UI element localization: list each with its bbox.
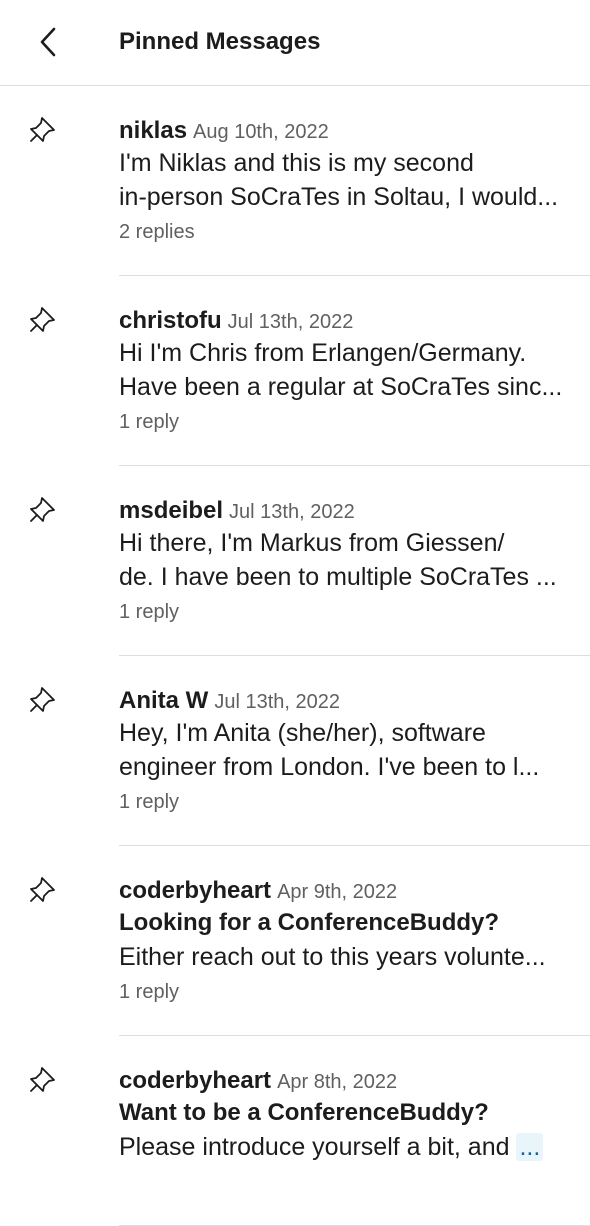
message-content: coderbyheart Apr 8th, 2022 Want to be a C… [119, 1066, 566, 1164]
back-button[interactable] [26, 20, 70, 64]
message-text-line: Have been a regular at SoCraTes sinc... [119, 373, 563, 401]
pinned-message[interactable]: coderbyheart Apr 8th, 2022 Want to be a C… [0, 1036, 590, 1226]
author-name[interactable]: niklas [119, 117, 187, 144]
reply-count-link[interactable]: 1 reply [119, 979, 566, 1005]
pin-icon[interactable] [28, 304, 58, 334]
message-meta: msdeibel Jul 13th, 2022 [119, 496, 566, 526]
message-text-line: Hi there, I'm Markus from Giessen/ [119, 529, 505, 557]
message-meta: christofu Jul 13th, 2022 [119, 306, 566, 336]
author-name[interactable]: coderbyheart [119, 1067, 271, 1094]
message-date: Jul 13th, 2022 [229, 501, 355, 523]
message-title: Looking for a ConferenceBuddy? [119, 909, 500, 936]
pinned-message-list: niklas Aug 10th, 2022 I'm Niklas and this… [0, 86, 590, 1226]
message-date: Jul 13th, 2022 [227, 311, 354, 333]
message-content: christofu Jul 13th, 2022 Hi I'm Chris fro… [119, 306, 566, 435]
message-meta: coderbyheart Apr 8th, 2022 [119, 1066, 566, 1096]
reply-count-link[interactable]: 2 replies [119, 219, 566, 245]
author-name[interactable]: coderbyheart [119, 877, 271, 904]
author-name[interactable]: Anita W [119, 687, 208, 714]
reply-count-link[interactable]: 1 reply [119, 789, 566, 815]
author-name[interactable]: christofu [119, 307, 222, 334]
message-text-line: de. I have been to multiple SoCraTes ... [119, 563, 557, 591]
message-text-line: Hi I'm Chris from Erlangen/Germany. [119, 339, 527, 367]
pinned-message[interactable]: christofu Jul 13th, 2022 Hi I'm Chris fro… [0, 276, 590, 466]
top-bar: Pinned Messages [0, 0, 590, 86]
chevron-left-icon [40, 27, 56, 57]
message-title: Want to be a ConferenceBuddy? [119, 1099, 489, 1126]
message-content: coderbyheart Apr 9th, 2022 Looking for a … [119, 876, 566, 1005]
message-meta: niklas Aug 10th, 2022 [119, 116, 566, 146]
pin-icon[interactable] [28, 114, 58, 144]
reply-count-link[interactable]: 1 reply [119, 409, 566, 435]
message-text-line: engineer from London. I've been to l... [119, 753, 540, 781]
message-content: msdeibel Jul 13th, 2022 Hi there, I'm Mar… [119, 496, 566, 625]
message-text-line: Hey, I'm Anita (she/her), software [119, 719, 486, 747]
message-text-line: Either reach out to this years volunte..… [119, 943, 546, 971]
message-text: Please introduce yourself a bit, and [119, 1133, 517, 1161]
pinned-message[interactable]: Anita W Jul 13th, 2022 Hey, I'm Anita (sh… [0, 656, 590, 846]
page-title: Pinned Messages [119, 28, 321, 55]
show-more-button[interactable]: ... [516, 1133, 544, 1161]
message-meta: coderbyheart Apr 9th, 2022 [119, 876, 566, 906]
message-content: niklas Aug 10th, 2022 I'm Niklas and this… [119, 116, 566, 245]
pinned-message[interactable]: coderbyheart Apr 9th, 2022 Looking for a … [0, 846, 590, 1036]
message-date: Aug 10th, 2022 [193, 121, 329, 143]
pin-icon[interactable] [28, 874, 58, 904]
message-content: Anita W Jul 13th, 2022 Hey, I'm Anita (sh… [119, 686, 566, 815]
message-date: Apr 8th, 2022 [277, 1071, 398, 1093]
pin-icon[interactable] [28, 494, 58, 524]
message-text-line: in-person SoCraTes in Soltau, I would... [119, 183, 559, 211]
message-text-line: I'm Niklas and this is my second [119, 149, 474, 177]
message-date: Jul 13th, 2022 [214, 691, 340, 713]
pinned-message[interactable]: niklas Aug 10th, 2022 I'm Niklas and this… [0, 86, 590, 276]
author-name[interactable]: msdeibel [119, 497, 223, 524]
pinned-message[interactable]: msdeibel Jul 13th, 2022 Hi there, I'm Mar… [0, 466, 590, 656]
reply-count-link[interactable]: 1 reply [119, 599, 566, 625]
message-date: Apr 9th, 2022 [277, 881, 398, 903]
message-text-line: Please introduce yourself a bit, and ... [119, 1130, 566, 1164]
pin-icon[interactable] [28, 684, 58, 714]
pin-icon[interactable] [28, 1064, 58, 1094]
message-meta: Anita W Jul 13th, 2022 [119, 686, 566, 716]
